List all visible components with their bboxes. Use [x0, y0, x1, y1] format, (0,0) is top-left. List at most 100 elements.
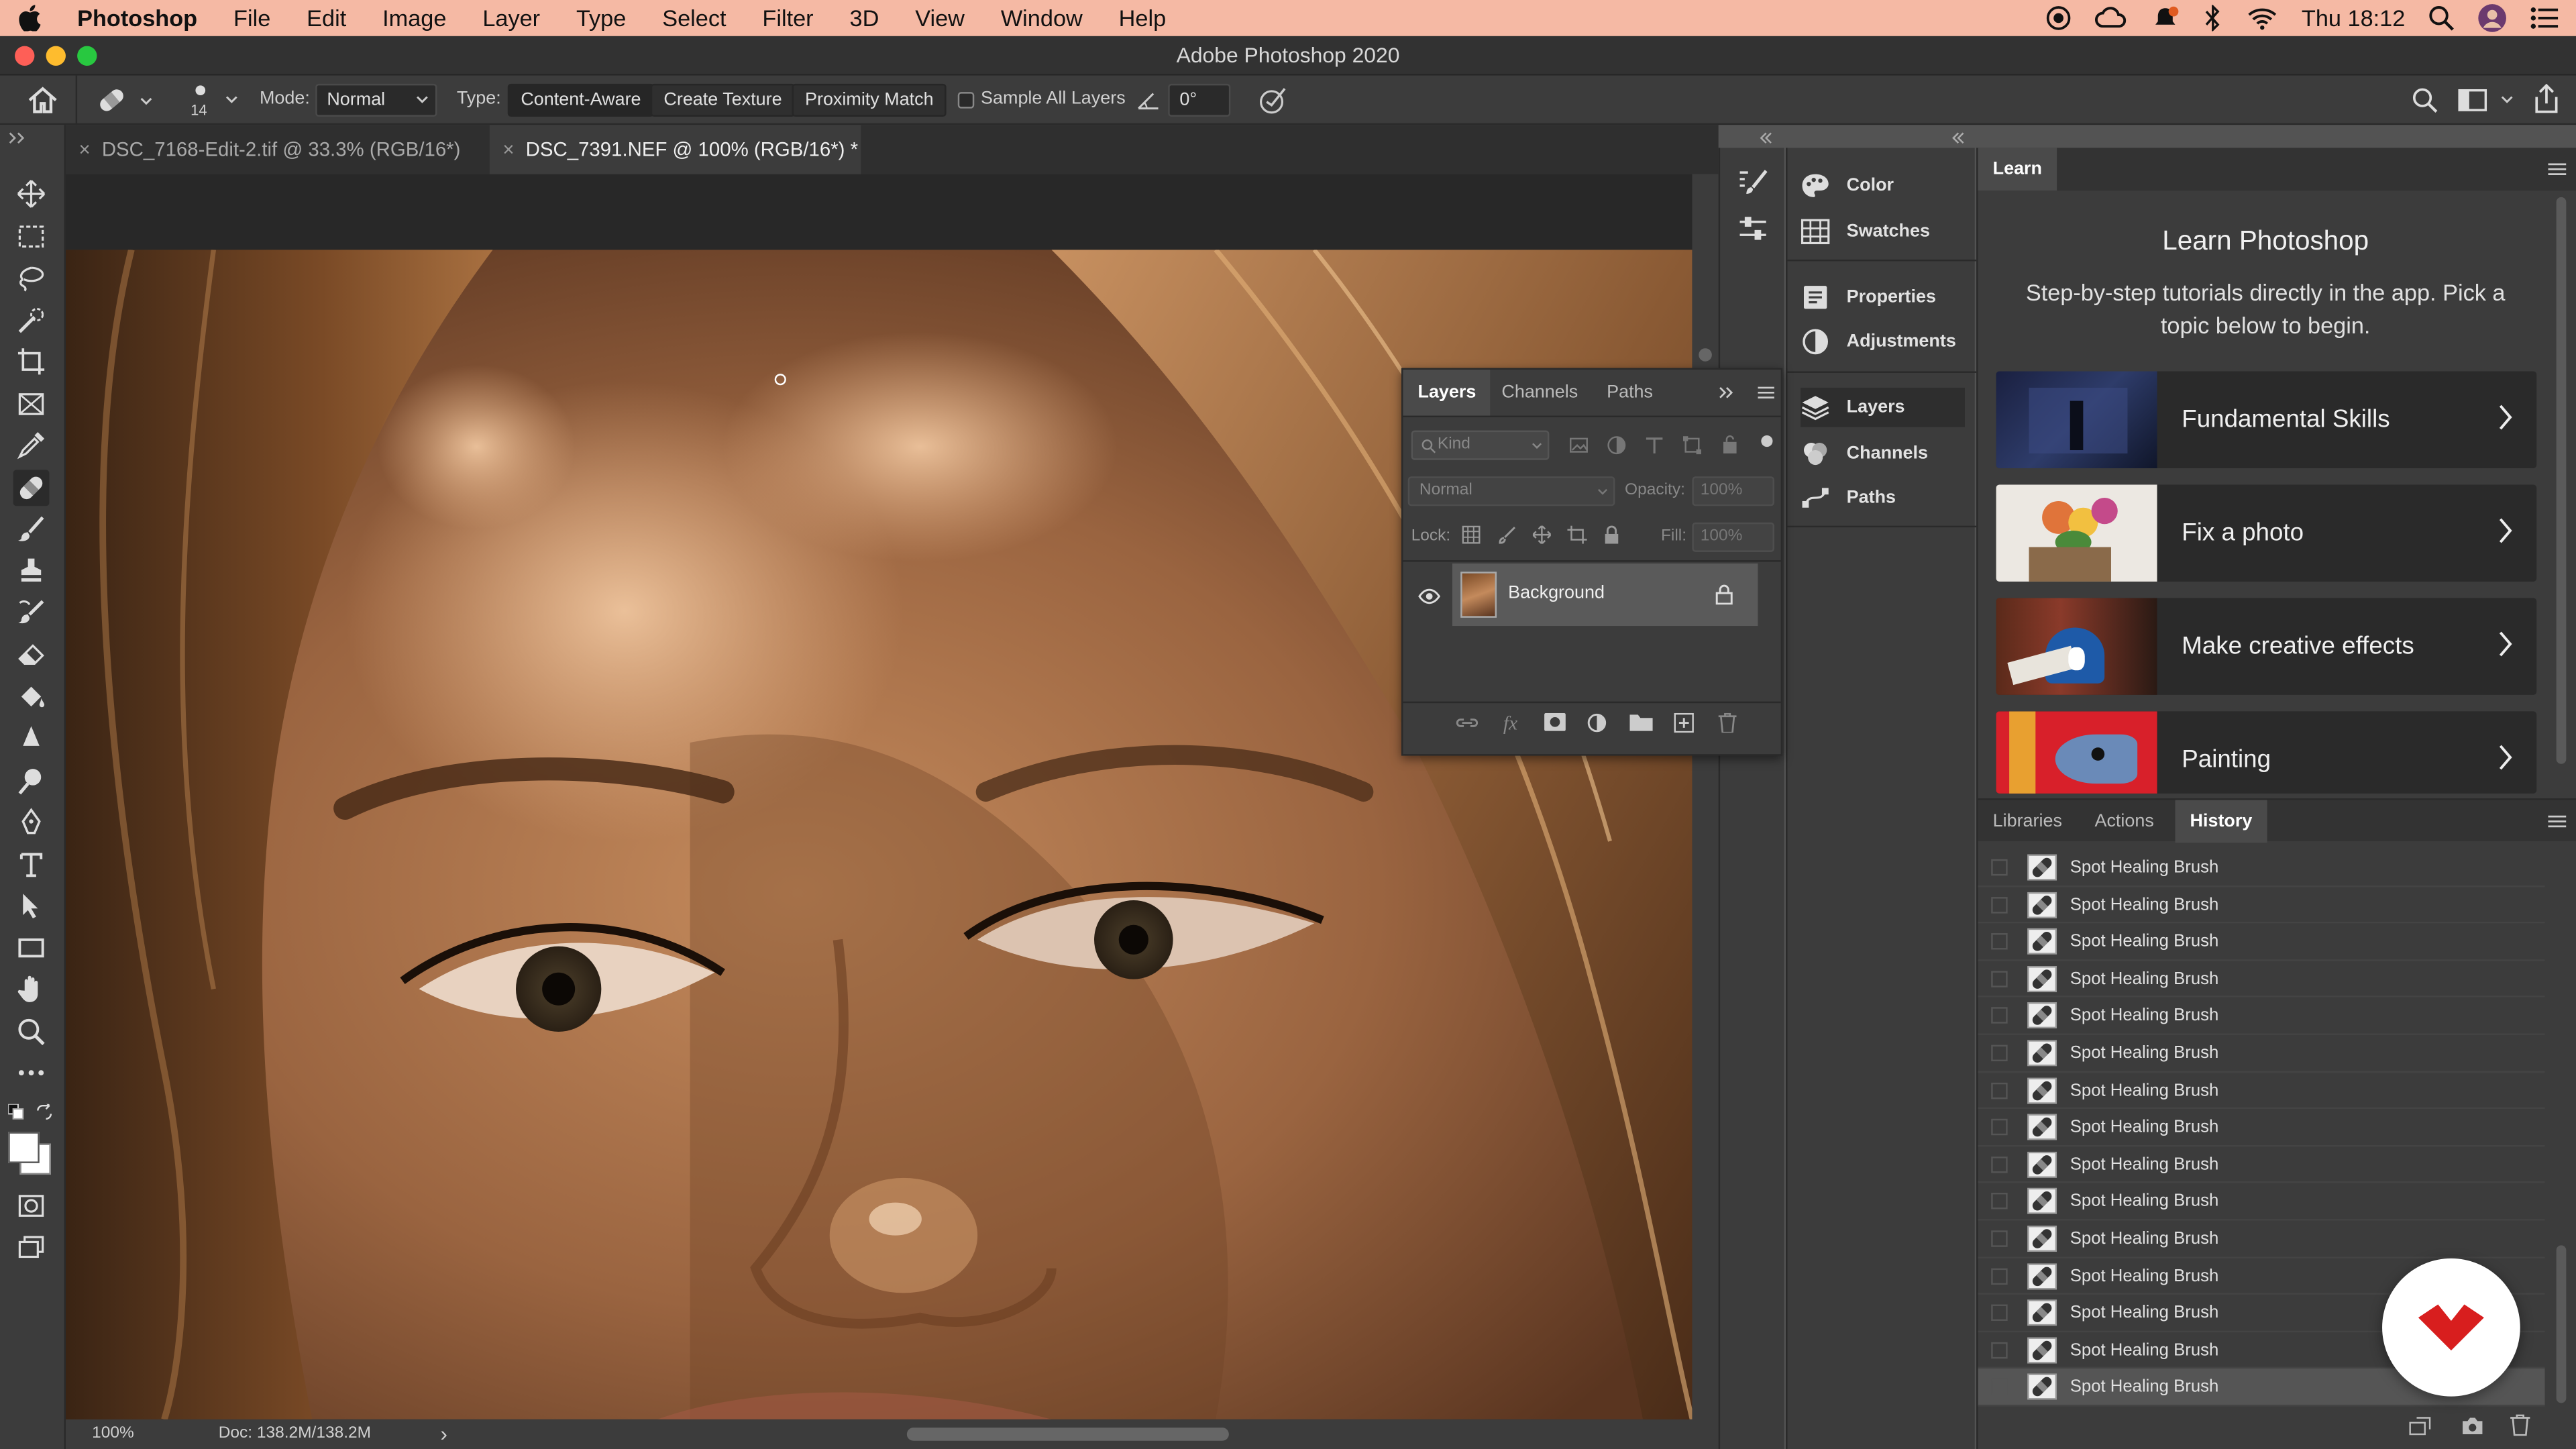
panel-color[interactable]: Color: [1801, 166, 1965, 205]
minimize-window-button[interactable]: [46, 46, 66, 66]
panel-swatches[interactable]: Swatches: [1801, 212, 1965, 252]
blend-mode-select[interactable]: Normal: [1407, 476, 1615, 506]
hand-tool[interactable]: [13, 971, 50, 1007]
tab-layers[interactable]: Layers: [1403, 370, 1491, 416]
adjustment-layer-icon[interactable]: [1587, 713, 1609, 733]
trash-icon[interactable]: [1718, 712, 1737, 733]
wifi-icon[interactable]: [2246, 5, 2279, 31]
history-state[interactable]: Spot Healing Brush: [1978, 1072, 2545, 1110]
expand-toolbar-icon[interactable]: [8, 131, 28, 145]
eye-icon[interactable]: [1417, 588, 1441, 604]
eyedropper-tool[interactable]: [13, 427, 50, 464]
vertical-scrollbar[interactable]: [1692, 174, 1719, 1419]
blur-tool[interactable]: [13, 720, 50, 756]
fill-input[interactable]: 100%: [1692, 522, 1774, 552]
history-state[interactable]: Spot Healing Brush: [1978, 1035, 2545, 1072]
spot-healing-brush-tool[interactable]: [13, 470, 50, 506]
pressure-size-button[interactable]: [1258, 85, 1288, 115]
panel-properties[interactable]: Properties: [1801, 278, 1965, 317]
menu-edit[interactable]: Edit: [288, 0, 364, 36]
layer-row-background[interactable]: Background: [1452, 564, 1758, 627]
history-brush-tool[interactable]: [13, 595, 50, 631]
maximize-window-button[interactable]: [77, 46, 97, 66]
lock-transparent-icon[interactable]: [1462, 525, 1481, 544]
tab-channels[interactable]: Channels: [1487, 370, 1593, 416]
panel-channels[interactable]: Channels: [1801, 434, 1965, 474]
learn-card-fix-a-photo[interactable]: Fix a photo: [1996, 484, 2537, 582]
quick-mask-button[interactable]: [13, 1188, 50, 1224]
horizontal-scrollbar[interactable]: [906, 1428, 1229, 1441]
menu-help[interactable]: Help: [1101, 0, 1184, 36]
edit-toolbar-button[interactable]: [13, 1055, 50, 1091]
snapshot-source-checkbox[interactable]: [1991, 1044, 2008, 1062]
panel-paths[interactable]: Paths: [1801, 478, 1965, 518]
camera-icon[interactable]: [2461, 1416, 2484, 1436]
panel-menu-icon[interactable]: [2548, 162, 2567, 176]
history-state[interactable]: Spot Healing Brush: [1978, 1110, 2545, 1146]
close-tab-icon[interactable]: ×: [502, 125, 514, 174]
quick-select-tool[interactable]: [13, 303, 50, 339]
snapshot-source-checkbox[interactable]: [1991, 970, 2008, 987]
trash-icon[interactable]: [2510, 1414, 2530, 1436]
marquee-tool[interactable]: [13, 219, 50, 255]
history-state[interactable]: Spot Healing Brush: [1978, 849, 2545, 887]
workspace-switcher[interactable]: [2458, 87, 2517, 113]
search-button[interactable]: [2412, 87, 2438, 113]
history-state[interactable]: Spot Healing Brush: [1978, 961, 2545, 998]
menu-filter[interactable]: Filter: [744, 0, 831, 36]
control-center-icon[interactable]: [2530, 7, 2559, 30]
collapse-panels-icon[interactable]: [1760, 131, 1773, 145]
brush-tool[interactable]: [13, 511, 50, 547]
tab-actions[interactable]: Actions: [2080, 800, 2168, 843]
snapshot-source-checkbox[interactable]: [1991, 1119, 2008, 1136]
mode-select[interactable]: Normal: [315, 83, 437, 117]
proximity-match-button[interactable]: Proximity Match: [792, 83, 947, 117]
filter-smart-object-icon[interactable]: [1720, 435, 1739, 455]
snapshot-source-checkbox[interactable]: [1991, 859, 2008, 876]
menu-file[interactable]: File: [215, 0, 288, 36]
screen-mode-button[interactable]: [13, 1229, 50, 1265]
sample-all-layers-checkbox[interactable]: [957, 92, 975, 109]
move-tool[interactable]: [13, 176, 50, 212]
menu-window[interactable]: Window: [983, 0, 1101, 36]
scroll-thumb[interactable]: [1699, 348, 1712, 362]
zoom-level[interactable]: 100%: [92, 1424, 134, 1442]
menu-view[interactable]: View: [897, 0, 983, 36]
close-window-button[interactable]: [15, 46, 35, 66]
snapshot-source-checkbox[interactable]: [1991, 896, 2008, 913]
learn-card-painting[interactable]: Painting: [1996, 711, 2537, 794]
share-button[interactable]: [2533, 83, 2559, 113]
menu-photoshop[interactable]: Photoshop: [59, 0, 215, 36]
filter-adjustment-icon[interactable]: [1607, 435, 1626, 455]
panel-adjustments[interactable]: Adjustments: [1801, 322, 1965, 362]
lock-all-icon[interactable]: [1603, 525, 1619, 544]
dodge-tool[interactable]: [13, 762, 50, 798]
learn-card-make-creative-effects[interactable]: Make creative effects: [1996, 598, 2537, 695]
menu-3d[interactable]: 3D: [832, 0, 898, 36]
history-state[interactable]: Spot Healing Brush: [1978, 1221, 2545, 1258]
bluetooth-icon[interactable]: [2203, 5, 2222, 32]
document-canvas[interactable]: [65, 174, 1693, 1419]
tab-learn[interactable]: Learn: [1978, 148, 2057, 191]
angle-input[interactable]: 0°: [1168, 83, 1231, 117]
filter-toggle[interactable]: [1761, 435, 1773, 447]
snapshot-source-checkbox[interactable]: [1991, 1342, 2008, 1358]
swap-colors-icon[interactable]: [36, 1104, 52, 1120]
snapshot-source-checkbox[interactable]: [1991, 1081, 2008, 1099]
collapse-panels-icon[interactable]: [1951, 131, 1965, 145]
tab-paths[interactable]: Paths: [1592, 370, 1668, 416]
lasso-tool[interactable]: [13, 260, 50, 296]
collapse-panel-icon[interactable]: [1719, 386, 1735, 400]
crop-tool[interactable]: [13, 343, 50, 380]
pen-tool[interactable]: [13, 804, 50, 840]
path-selection-tool[interactable]: [13, 887, 50, 923]
lock-position-icon[interactable]: [1532, 525, 1551, 544]
clone-stamp-tool[interactable]: [13, 552, 50, 588]
snapshot-source-checkbox[interactable]: [1991, 1267, 2008, 1285]
history-scrollbar[interactable]: [2556, 1245, 2567, 1403]
snapshot-source-checkbox[interactable]: [1991, 1304, 2008, 1322]
content-aware-button[interactable]: Content-Aware: [507, 83, 655, 117]
lock-icon[interactable]: [1715, 583, 1733, 605]
zoom-tool[interactable]: [13, 1014, 50, 1050]
creative-cloud-icon[interactable]: [2094, 5, 2127, 31]
